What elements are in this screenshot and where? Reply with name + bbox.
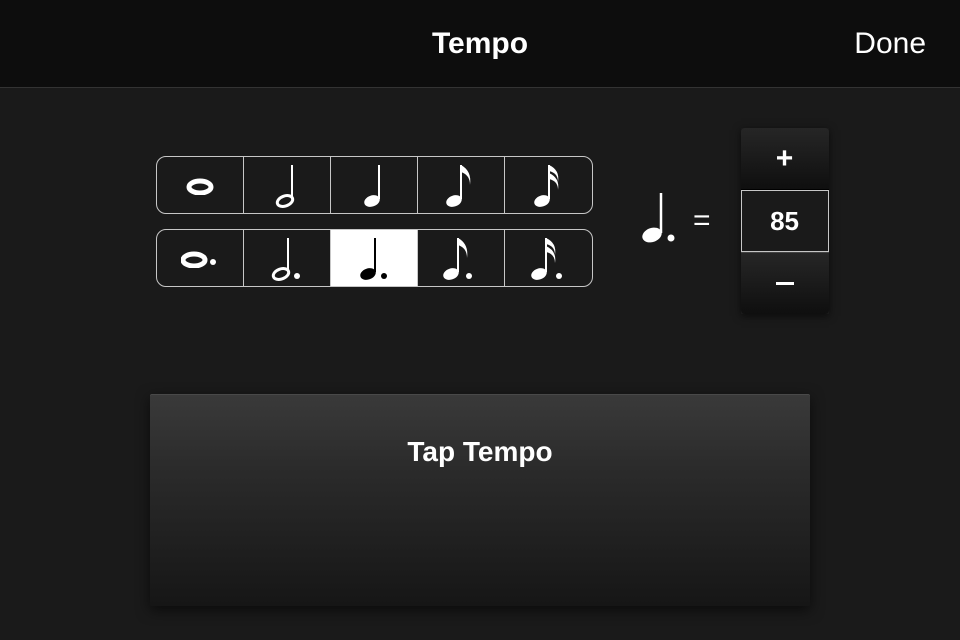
note-dotted-quarter[interactable] [331,230,418,286]
header: Tempo Done [0,0,960,88]
plus-icon: + [776,144,794,174]
tempo-increase-button[interactable]: + [741,128,829,190]
tap-tempo-button[interactable]: Tap Tempo [150,394,810,606]
note-dotted-eighth[interactable] [418,230,505,286]
quarter-note-icon [362,161,386,209]
note-dotted-half[interactable] [244,230,331,286]
tempo-decrease-button[interactable] [741,252,829,314]
tempo-value: 85 [741,190,829,252]
page-title: Tempo [432,27,528,61]
tap-tempo-label: Tap Tempo [407,436,552,467]
dotted-quarter-note-icon [641,191,681,247]
sixteenth-note-icon [534,161,564,209]
tempo-equation: = [641,191,711,252]
half-note-icon [275,161,299,209]
note-sixteenth[interactable] [505,157,592,213]
minus-icon [776,282,794,285]
eighth-note-icon [446,161,476,209]
dotted-quarter-note-icon [358,234,390,282]
selected-note-display [641,191,681,252]
tempo-controls-row: = + 85 [0,128,960,314]
content: = + 85 Tap Tempo [0,88,960,606]
tempo-stepper: + 85 [741,128,829,314]
note-half[interactable] [244,157,331,213]
dotted-sixteenth-note-icon [531,234,567,282]
note-dotted-sixteenth[interactable] [505,230,592,286]
dotted-eighth-note-icon [443,234,479,282]
dotted-whole-note-icon [181,248,219,268]
note-whole[interactable] [157,157,244,213]
equals-sign: = [693,204,711,238]
whole-note-icon [185,175,215,195]
note-quarter[interactable] [331,157,418,213]
dotted-half-note-icon [271,234,303,282]
note-value-grid [156,156,593,287]
note-eighth[interactable] [418,157,505,213]
note-dotted-whole[interactable] [157,230,244,286]
note-row-dotted [156,229,593,287]
note-row-plain [156,156,593,214]
done-button[interactable]: Done [854,27,926,61]
